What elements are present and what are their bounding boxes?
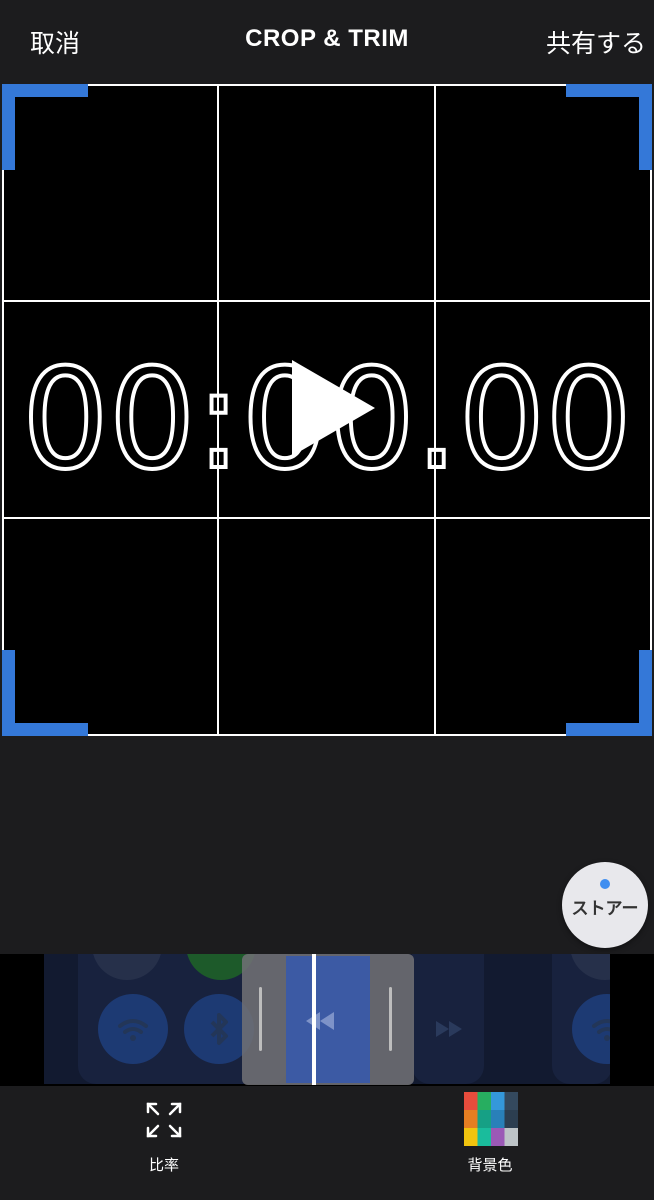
grid-line — [217, 84, 219, 736]
fast-forward-icon — [436, 1021, 462, 1037]
trim-end-grip[interactable] — [389, 987, 392, 1051]
palette-swatch — [491, 1128, 505, 1146]
store-button-label: ストアー — [571, 899, 639, 919]
grid-line — [434, 84, 436, 736]
trim-start-grip[interactable] — [259, 987, 262, 1051]
color-palette-icon — [464, 1092, 518, 1146]
palette-swatch — [491, 1092, 505, 1110]
palette-swatch — [477, 1110, 491, 1128]
notification-dot — [600, 879, 610, 889]
palette-swatch — [477, 1128, 491, 1146]
wifi-icon — [118, 1019, 148, 1041]
crop-handle-bottom-left[interactable] — [2, 650, 88, 736]
background-color-label: 背景色 — [467, 1156, 513, 1174]
grid-line — [2, 517, 652, 519]
store-button[interactable]: ストアー — [562, 862, 648, 948]
background-color-button[interactable]: 背景色 — [430, 1092, 550, 1182]
aspect-ratio-label: 比率 — [148, 1156, 179, 1174]
playhead[interactable] — [312, 954, 316, 1085]
palette-swatch — [504, 1128, 518, 1146]
crop-handle-bottom-right[interactable] — [566, 650, 652, 736]
rewind-icon — [306, 1012, 334, 1030]
palette-swatch — [491, 1110, 505, 1128]
wifi-icon — [592, 1019, 610, 1041]
aspect-ratio-button[interactable]: 比率 — [104, 1092, 224, 1182]
palette-swatch — [464, 1092, 478, 1110]
video-preview[interactable]: 00:00.00 — [2, 84, 652, 736]
trim-range-handle[interactable] — [242, 954, 414, 1085]
palette-swatch — [464, 1128, 478, 1146]
play-icon[interactable] — [292, 360, 382, 456]
grid-line — [2, 300, 652, 302]
crop-handle-top-right[interactable] — [566, 84, 652, 170]
palette-swatch — [504, 1110, 518, 1128]
selected-clip-frame — [286, 956, 370, 1083]
expand-arrows-icon — [146, 1102, 182, 1138]
trim-timeline[interactable] — [0, 954, 654, 1086]
palette-swatch — [464, 1110, 478, 1128]
palette-swatch — [504, 1092, 518, 1110]
share-button[interactable]: 共有する — [546, 24, 646, 60]
palette-swatch — [477, 1092, 491, 1110]
top-bar: 取消 CROP & TRIM 共有する — [0, 0, 654, 82]
crop-handle-top-left[interactable] — [2, 84, 88, 170]
